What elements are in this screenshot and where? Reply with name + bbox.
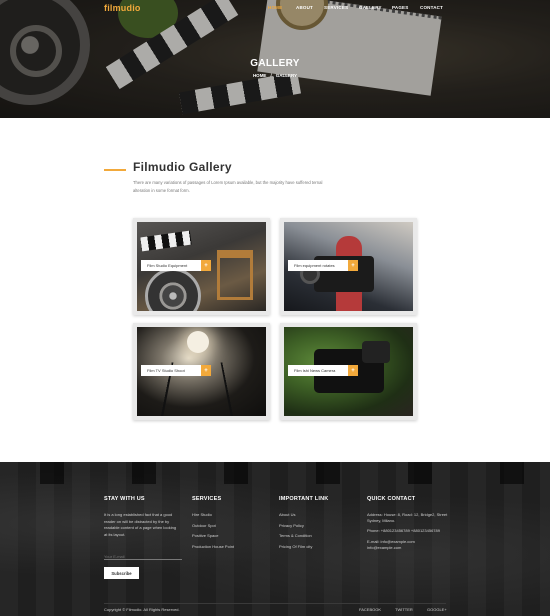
gallery-caption: Film TV Studio Shoot + xyxy=(141,365,211,376)
footer-link[interactable]: Production House Point xyxy=(192,544,234,555)
contact-info: Address: House: 8, Road: 12, Bridge2, St… xyxy=(367,512,449,551)
clapperboard-image xyxy=(140,230,192,252)
footer-link[interactable]: Outdoor Spot xyxy=(192,523,234,534)
footer-heading-services: SERVICES xyxy=(192,496,222,502)
footer-link[interactable]: Privacy Policy xyxy=(279,523,312,534)
contact-address: Address: House: 8, Road: 12, Bridge2, St… xyxy=(367,512,448,524)
gallery-caption-text: Film Studio Equipment xyxy=(147,263,188,268)
section-title: Filmudio Gallery xyxy=(133,160,232,174)
gallery-image[interactable]: Film Ishi News Camera + xyxy=(284,327,413,416)
footer-link[interactable]: Terms & Condition xyxy=(279,533,312,544)
breadcrumb-separator: / xyxy=(270,73,272,78)
gallery-image[interactable]: Film Studio Equipment + xyxy=(137,222,266,311)
footer-divider xyxy=(104,603,446,604)
nav-item-gallery[interactable]: GALLERY xyxy=(359,5,382,10)
section-description: There are many variations of passages of… xyxy=(133,180,323,193)
subscribe-button[interactable]: Subscribe xyxy=(104,567,139,579)
breadcrumb-current: GALLERY xyxy=(275,73,298,78)
footer-heading-links: IMPORTANT LINK xyxy=(279,496,329,502)
plus-icon[interactable]: + xyxy=(201,260,211,271)
footer-heading-contact: QUICK CONTACT xyxy=(367,496,416,502)
breadcrumb: HOME / GALLERY xyxy=(0,73,550,78)
lens-image xyxy=(362,341,390,363)
copyright-text: Copyright © Filmudio. All Rights Reserve… xyxy=(104,607,180,612)
newsletter-email-input[interactable] xyxy=(104,550,182,560)
contact-email-secondary[interactable]: info@example.com xyxy=(367,545,449,551)
hero-banner: filmudio HOME ABOUT SERVICES GALLERY PAG… xyxy=(0,0,550,118)
gallery-item[interactable]: Film TV Studio Shoot + xyxy=(133,323,270,420)
gallery-caption: Film Ishi News Camera + xyxy=(288,365,358,376)
breadcrumb-home[interactable]: HOME xyxy=(253,73,267,78)
contact-phone: Phone: +880123456789 +880123456789 xyxy=(367,528,440,534)
gallery-item[interactable]: Film Ishi News Camera + xyxy=(280,323,417,420)
footer-link[interactable]: Positive Space xyxy=(192,533,234,544)
gallery-caption-text: Film TV Studio Shoot xyxy=(147,368,185,373)
director-chair-image xyxy=(217,250,253,300)
nav-item-contact[interactable]: CONTACT xyxy=(420,5,443,10)
footer-texture xyxy=(0,462,550,616)
gallery-caption: Film equipment rotates + xyxy=(288,260,358,271)
nav-item-services[interactable]: SERVICES xyxy=(324,5,348,10)
footer-link[interactable]: About Us xyxy=(279,512,312,523)
gallery-image[interactable]: Film TV Studio Shoot + xyxy=(137,327,266,416)
page-title: GALLERY xyxy=(250,58,300,69)
gallery-caption: Film Studio Equipment + xyxy=(141,260,211,271)
studio-light-image xyxy=(187,331,209,353)
important-links-list: About Us Privacy Policy Terms & Conditio… xyxy=(279,512,312,554)
plus-icon[interactable]: + xyxy=(348,260,358,271)
footer-about-text: It is a long established fact that a goo… xyxy=(104,512,177,537)
social-link-facebook[interactable]: FACEBOOK xyxy=(359,607,381,612)
gallery-item[interactable]: Film Studio Equipment + xyxy=(133,218,270,315)
nav-item-pages[interactable]: PAGES xyxy=(392,5,408,10)
film-reel-image xyxy=(145,268,201,311)
footer-link[interactable]: Hire Studio xyxy=(192,512,234,523)
services-list: Hire Studio Outdoor Spot Positive Space … xyxy=(192,512,234,554)
social-link-twitter[interactable]: TWITTER xyxy=(395,607,413,612)
gallery-image[interactable]: Film equipment rotates + xyxy=(284,222,413,311)
nav-item-home[interactable]: HOME xyxy=(268,5,282,10)
social-link-google-plus[interactable]: GOOGLE+ xyxy=(427,607,447,612)
gallery-item[interactable]: Film equipment rotates + xyxy=(280,218,417,315)
plus-icon[interactable]: + xyxy=(201,365,211,376)
site-logo[interactable]: filmudio xyxy=(104,3,141,13)
footer-link[interactable]: Pricing Of Film city xyxy=(279,544,312,555)
title-accent-line xyxy=(104,169,126,171)
footer-film-strip xyxy=(0,462,550,484)
site-footer xyxy=(0,462,550,616)
plus-icon[interactable]: + xyxy=(348,365,358,376)
gallery-caption-text: Film equipment rotates xyxy=(294,263,335,268)
footer-heading-stay: STAY WITH US xyxy=(104,496,145,502)
nav-item-about[interactable]: ABOUT xyxy=(296,5,313,10)
gallery-caption-text: Film Ishi News Camera xyxy=(294,368,336,373)
